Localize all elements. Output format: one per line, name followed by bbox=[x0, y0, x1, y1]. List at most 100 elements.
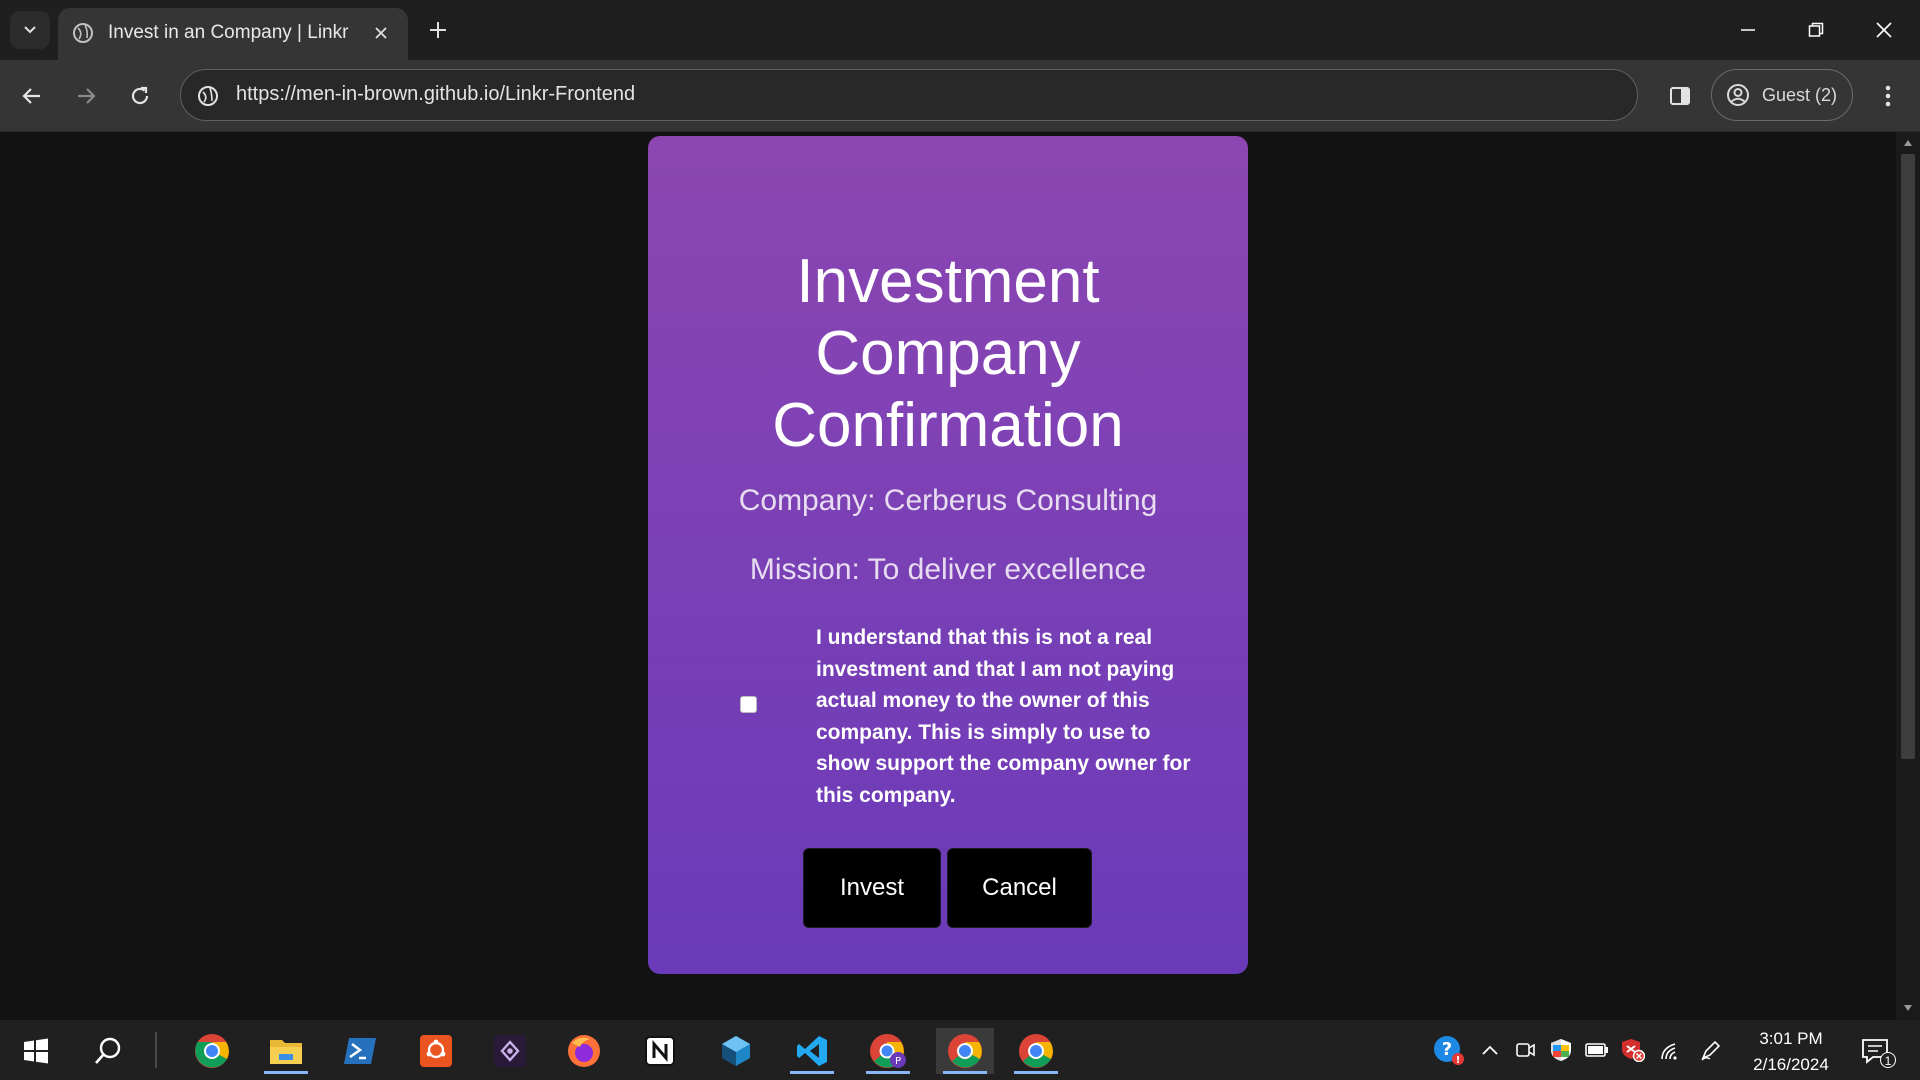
running-indicator bbox=[866, 1071, 910, 1074]
windows-start-icon bbox=[24, 1038, 48, 1064]
globe-icon bbox=[73, 23, 93, 43]
more-vertical-icon bbox=[1885, 85, 1891, 107]
search-icon bbox=[95, 1037, 121, 1064]
start-button[interactable] bbox=[10, 1028, 62, 1074]
user-icon bbox=[1727, 84, 1749, 106]
notification-count: 1 bbox=[1880, 1052, 1896, 1068]
tray-pen[interactable] bbox=[1699, 1038, 1723, 1062]
new-tab-button[interactable] bbox=[424, 16, 452, 44]
close-icon bbox=[1876, 22, 1892, 38]
chrome-profile-icon: P bbox=[870, 1034, 906, 1068]
notion-icon bbox=[645, 1036, 675, 1066]
taskbar-vscode[interactable] bbox=[786, 1028, 838, 1074]
taskbar-ubuntu[interactable] bbox=[410, 1028, 462, 1074]
taskbar-file-explorer[interactable] bbox=[260, 1028, 312, 1074]
site-info-button[interactable] bbox=[193, 81, 223, 111]
obs-icon bbox=[494, 1035, 526, 1067]
restore-icon bbox=[1808, 22, 1824, 37]
company-mission: Mission: To deliver excellence bbox=[749, 553, 1147, 586]
scroll-thumb[interactable] bbox=[1901, 154, 1915, 759]
clock-date: 2/16/2024 bbox=[1753, 1055, 1829, 1074]
side-panel-button[interactable] bbox=[1662, 78, 1698, 114]
shield-icon bbox=[1551, 1039, 1571, 1061]
tab-title: Invest in an Company | Linkr bbox=[108, 22, 349, 43]
svg-text:?: ? bbox=[1442, 1039, 1452, 1060]
minimize-button[interactable] bbox=[1728, 14, 1768, 46]
running-indicator bbox=[1014, 1071, 1058, 1074]
close-window-button[interactable] bbox=[1864, 14, 1904, 46]
back-button[interactable] bbox=[14, 78, 50, 114]
tray-overflow-button[interactable] bbox=[1478, 1038, 1502, 1062]
forward-button[interactable] bbox=[68, 78, 104, 114]
chrome-icon bbox=[1019, 1034, 1053, 1068]
running-indicator bbox=[790, 1071, 834, 1074]
site-info-icon bbox=[198, 86, 218, 106]
tray-security[interactable] bbox=[1549, 1038, 1573, 1062]
taskbar-notion[interactable] bbox=[634, 1028, 686, 1074]
tray-help[interactable]: ?! bbox=[1432, 1033, 1466, 1067]
address-bar[interactable]: https://men-in-brown.github.io/Linkr-Fro… bbox=[180, 69, 1638, 121]
taskbar-chrome-profile[interactable]: P bbox=[862, 1028, 914, 1074]
close-icon bbox=[375, 27, 387, 39]
reload-icon bbox=[131, 86, 149, 105]
svg-text:P: P bbox=[895, 1056, 901, 1067]
taskbar-azure-data-studio[interactable] bbox=[710, 1028, 762, 1074]
minimize-icon bbox=[1741, 29, 1755, 31]
url-text[interactable]: https://men-in-brown.github.io/Linkr-Fro… bbox=[236, 83, 635, 106]
antivirus-alert-icon bbox=[1622, 1039, 1645, 1062]
tray-teams[interactable] bbox=[1513, 1038, 1537, 1062]
cancel-button[interactable]: Cancel bbox=[947, 848, 1092, 928]
taskbar-chrome-active[interactable] bbox=[936, 1028, 994, 1074]
running-indicator bbox=[264, 1071, 308, 1074]
clock[interactable]: 3:01 PM 2/16/2024 bbox=[1736, 1026, 1846, 1078]
search-button[interactable] bbox=[82, 1028, 134, 1074]
taskbar-chrome[interactable] bbox=[186, 1028, 238, 1074]
profile-label: Guest (2) bbox=[1762, 84, 1838, 105]
ubuntu-icon bbox=[420, 1035, 452, 1067]
consent-text: I understand that this is not a real inv… bbox=[816, 626, 1191, 807]
profile-button[interactable]: Guest (2) bbox=[1711, 69, 1853, 121]
meet-now-icon bbox=[1516, 1043, 1535, 1057]
card-title: Investment Company Confirmation bbox=[772, 247, 1124, 460]
restore-button[interactable] bbox=[1796, 14, 1836, 46]
azure-data-studio-icon bbox=[722, 1036, 750, 1066]
triangle-down-icon bbox=[1904, 1005, 1912, 1011]
tab-search-button[interactable] bbox=[10, 11, 50, 49]
side-panel-icon bbox=[1670, 87, 1690, 105]
tab-strip: Invest in an Company | Linkr bbox=[0, 0, 1920, 60]
invest-button[interactable]: Invest bbox=[803, 848, 941, 928]
browser-tab[interactable]: Invest in an Company | Linkr bbox=[58, 8, 408, 60]
browser-toolbar: https://men-in-brown.github.io/Linkr-Fro… bbox=[0, 60, 1920, 132]
chevron-up-icon bbox=[1482, 1045, 1498, 1055]
firefox-icon bbox=[568, 1035, 600, 1067]
taskbar-chrome-second[interactable] bbox=[1010, 1028, 1062, 1074]
close-tab-button[interactable] bbox=[368, 20, 394, 46]
taskbar-divider bbox=[155, 1032, 157, 1068]
taskbar: P ?! 3:01 PM 2/16/2024 1 bbox=[0, 1020, 1920, 1080]
tray-antivirus[interactable] bbox=[1621, 1038, 1645, 1062]
scroll-down-arrow[interactable] bbox=[1902, 1002, 1914, 1014]
vscode-icon bbox=[797, 1036, 827, 1066]
chrome-icon bbox=[948, 1034, 982, 1068]
svg-text:!: ! bbox=[1456, 1055, 1461, 1066]
notification-center-button[interactable]: 1 bbox=[1858, 1034, 1896, 1068]
arrow-right-icon bbox=[78, 88, 96, 104]
clock-time: 3:01 PM bbox=[1759, 1029, 1823, 1048]
taskbar-powershell[interactable] bbox=[334, 1028, 386, 1074]
vertical-scrollbar[interactable] bbox=[1896, 132, 1920, 1020]
taskbar-obs[interactable] bbox=[484, 1028, 536, 1074]
battery-icon bbox=[1585, 1043, 1608, 1057]
company-name: Company: Cerberus Consulting bbox=[738, 484, 1158, 517]
plus-icon bbox=[430, 22, 446, 38]
reload-button[interactable] bbox=[122, 78, 158, 114]
chevron-down-icon bbox=[24, 26, 36, 34]
tray-network[interactable] bbox=[1659, 1038, 1683, 1062]
wifi-icon bbox=[1661, 1043, 1677, 1060]
consent-checkbox[interactable] bbox=[740, 696, 757, 713]
running-indicator bbox=[943, 1071, 987, 1074]
taskbar-firefox[interactable] bbox=[558, 1028, 610, 1074]
browser-menu-button[interactable] bbox=[1870, 78, 1906, 114]
file-explorer-icon bbox=[270, 1040, 302, 1064]
scroll-up-arrow[interactable] bbox=[1902, 137, 1914, 149]
tray-battery[interactable] bbox=[1585, 1038, 1609, 1062]
